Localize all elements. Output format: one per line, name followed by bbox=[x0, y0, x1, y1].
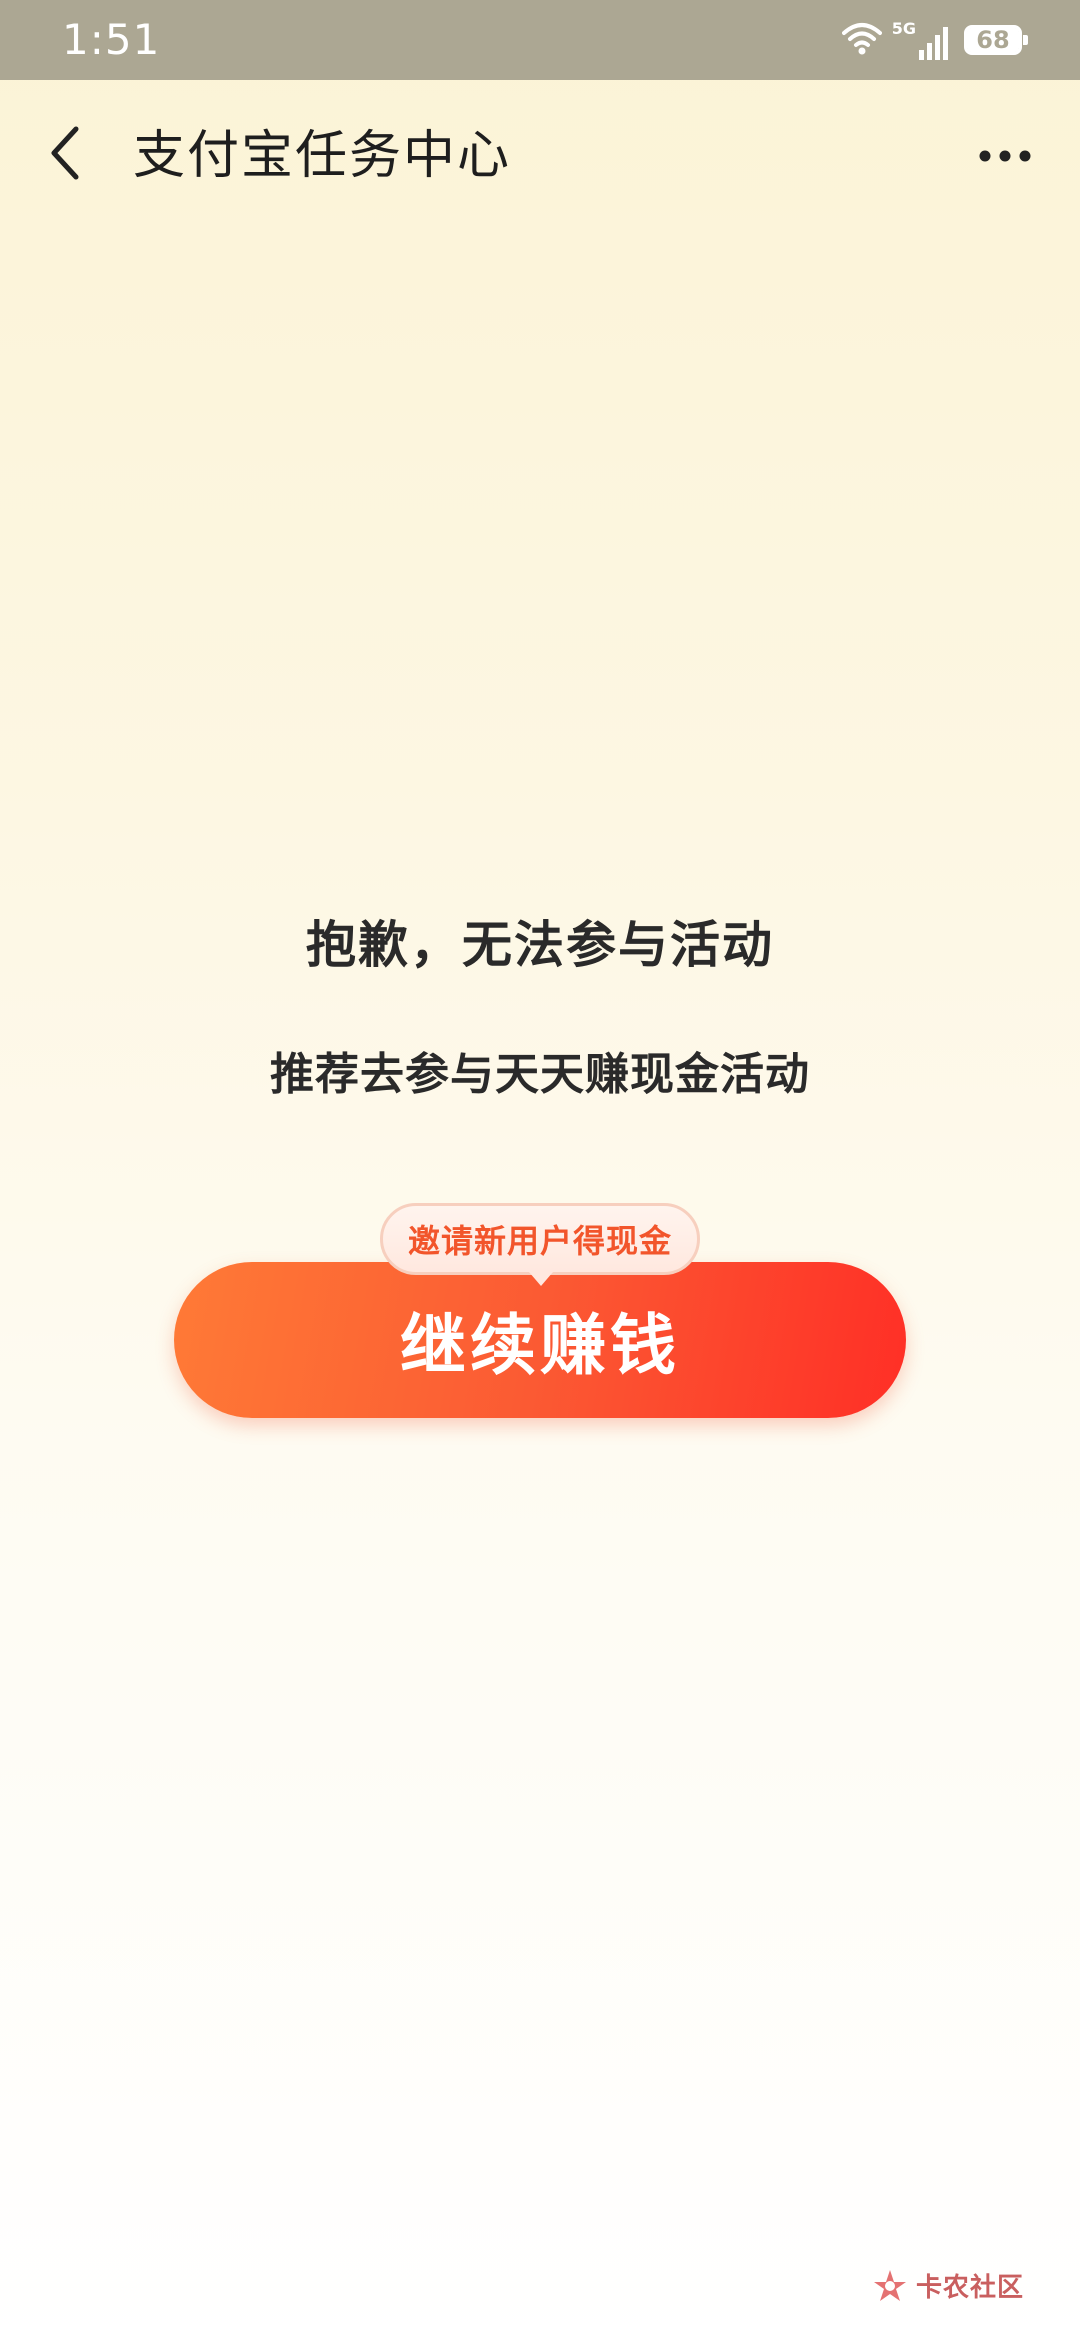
watermark-text: 卡农社区 bbox=[915, 2273, 1024, 2303]
wifi-icon bbox=[841, 21, 882, 59]
invite-tooltip-badge: 邀请新用户得现金 bbox=[380, 1203, 700, 1286]
continue-earning-label: 继续赚钱 bbox=[400, 1307, 680, 1384]
watermark-label: 卡农社区 bbox=[916, 2275, 1024, 2301]
error-message-title: 抱歉，无法参与活动 bbox=[306, 916, 774, 974]
status-bar: 1:51 5G 68 bbox=[0, 0, 1080, 80]
chevron-left-icon bbox=[46, 123, 86, 187]
battery-level: 68 bbox=[967, 28, 1019, 52]
network-type: 5G bbox=[891, 19, 916, 38]
battery-icon: 68 bbox=[964, 25, 1028, 55]
status-time: 1:51 bbox=[62, 15, 161, 64]
back-button[interactable] bbox=[36, 120, 96, 190]
invite-tooltip-text: 邀请新用户得现金 bbox=[407, 1222, 672, 1260]
watermark: 卡农社区 bbox=[872, 2268, 1024, 2308]
more-dots-icon bbox=[978, 148, 1032, 167]
signal-icon: 5G bbox=[892, 20, 948, 60]
kanong-logo-icon bbox=[872, 2268, 908, 2308]
more-button[interactable] bbox=[970, 132, 1040, 182]
title-bar: 支付宝任务中心 bbox=[0, 80, 1080, 220]
page-title: 支付宝任务中心 bbox=[133, 126, 512, 186]
status-icons: 5G 68 bbox=[841, 18, 1028, 62]
recommendation-text: 推荐去参与天天赚现金活动 bbox=[270, 1049, 810, 1100]
